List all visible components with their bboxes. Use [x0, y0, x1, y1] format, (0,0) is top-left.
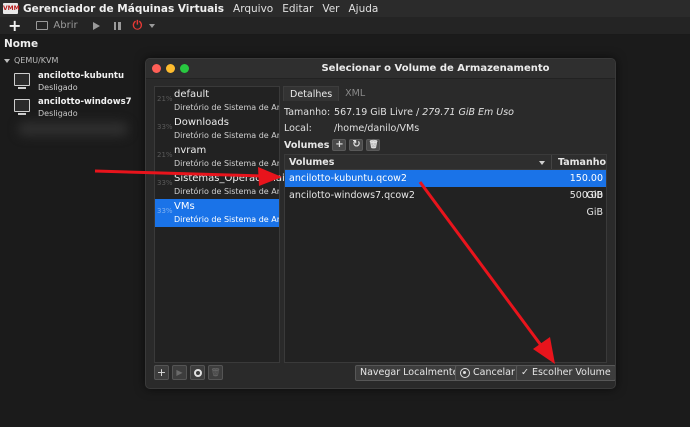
- location-value: /home/danilo/VMs: [334, 123, 420, 134]
- dialog-titlebar: Selecionar o Volume de Armazenamento: [146, 59, 615, 79]
- pool-name: Sistemas_Operacionais: [174, 173, 290, 184]
- storage-pool-list: 21% default Diretório de Sistema de Ar..…: [154, 86, 290, 363]
- column-header-size[interactable]: Tamanho: [552, 155, 606, 169]
- tab-detalhes[interactable]: Detalhes: [283, 86, 340, 101]
- vm-name: ancilotto-kubuntu: [38, 71, 124, 81]
- pool-desc: Diretório de Sistema de Ar...: [174, 131, 279, 140]
- pool-action-buttons: + ▶ 🗑: [154, 365, 226, 380]
- size-label: Tamanho:: [284, 107, 331, 118]
- power-icon[interactable]: ⏻: [133, 18, 143, 33]
- stop-pool-icon[interactable]: [190, 365, 205, 380]
- location-label: Local:: [284, 123, 312, 134]
- pool-usage-pct: 21%: [157, 151, 173, 159]
- chevron-down-icon[interactable]: [149, 23, 156, 28]
- menu-ver[interactable]: Ver: [322, 3, 339, 15]
- play-icon[interactable]: [92, 21, 100, 30]
- vm-state: Desligado: [38, 109, 78, 118]
- expand-triangle-icon[interactable]: [4, 58, 10, 63]
- column-header-volumes-label: Volumes: [289, 157, 335, 168]
- volume-name: ancilotto-kubuntu.qcow2: [289, 173, 407, 184]
- sort-descending-icon: [538, 161, 545, 165]
- storage-volume-dialog: Selecionar o Volume de Armazenamento 21%…: [145, 58, 616, 389]
- connection-group[interactable]: QEMU/KVM: [4, 56, 58, 65]
- table-row[interactable]: ancilotto-windows7.qcow2 500.00 GiB: [285, 187, 606, 218]
- pool-name: Downloads: [174, 117, 229, 128]
- refresh-icon[interactable]: ↻: [349, 139, 364, 151]
- vm-list-item[interactable]: ancilotto-windows7 Desligado: [14, 96, 132, 119]
- start-pool-icon[interactable]: ▶: [172, 365, 187, 380]
- main-toolbar: + Abrir ⏻: [0, 17, 690, 35]
- pool-item-default[interactable]: 21% default Diretório de Sistema de Ar..…: [155, 87, 279, 115]
- pool-desc: Diretório de Sistema de Ar...: [174, 215, 279, 224]
- vm-screen-icon: [14, 99, 30, 115]
- vm-name: ancilotto-windows7: [38, 97, 132, 107]
- app-title: Gerenciador de Máquinas Virtuais: [23, 2, 225, 15]
- cancel-icon: [460, 368, 470, 378]
- dialog-title: Selecionar o Volume de Armazenamento: [321, 63, 550, 74]
- pool-usage-pct: 33%: [157, 123, 173, 131]
- detail-tabs: Detalhes XML: [283, 86, 371, 101]
- delete-pool-icon[interactable]: 🗑: [208, 365, 223, 380]
- pool-item-downloads[interactable]: 33% Downloads Diretório de Sistema de Ar…: [155, 115, 279, 143]
- volumes-label: Volumes: [284, 139, 330, 151]
- new-vm-plus-icon[interactable]: +: [8, 17, 21, 33]
- pool-usage-pct: 33%: [157, 179, 173, 187]
- pool-name: default: [174, 89, 210, 100]
- tab-xml[interactable]: XML: [339, 86, 371, 101]
- volume-size: 500.00 GiB: [569, 190, 603, 218]
- volume-size: 150.00 GiB: [569, 173, 603, 201]
- column-header-volumes[interactable]: Volumes: [285, 155, 552, 169]
- pool-location-info: Local: /home/danilo/VMs: [284, 123, 419, 134]
- volume-name: ancilotto-windows7.qcow2: [289, 190, 415, 201]
- menu-editar[interactable]: Editar: [282, 3, 313, 15]
- pool-desc: Diretório de Sistema de Ar...: [174, 103, 279, 112]
- checkmark-icon: ✓: [521, 367, 529, 378]
- delete-volume-icon[interactable]: 🗑: [366, 139, 381, 151]
- app-logo-icon: VMM: [3, 3, 20, 14]
- column-header-name[interactable]: Nome: [4, 38, 38, 50]
- open-button[interactable]: Abrir: [53, 20, 77, 31]
- vm-screen-icon: [14, 73, 30, 89]
- size-used: 279.71 GiB Em Uso: [422, 107, 514, 118]
- main-menubar: VMM Gerenciador de Máquinas Virtuais Arq…: [0, 0, 690, 17]
- choose-volume-button[interactable]: ✓ Escolher Volume: [516, 365, 615, 381]
- volumes-table-header: Volumes Tamanho: [285, 155, 606, 170]
- connection-label: QEMU/KVM: [14, 56, 59, 65]
- monitor-icon[interactable]: [36, 21, 49, 30]
- menu-arquivo[interactable]: Arquivo: [233, 3, 273, 15]
- browse-local-label: Navegar Localmente: [360, 367, 459, 378]
- pool-item-sistemas[interactable]: 33% Sistemas_Operacionais Diretório de S…: [155, 171, 290, 199]
- pause-icon[interactable]: [113, 21, 121, 30]
- pool-desc: Diretório de Sistema de Ar...: [174, 187, 279, 196]
- pool-name: nvram: [174, 145, 207, 156]
- browse-local-button[interactable]: Navegar Localmente: [355, 365, 464, 381]
- menu-ajuda[interactable]: Ajuda: [348, 3, 378, 15]
- vm-state: Desligado: [38, 83, 78, 92]
- pool-desc: Diretório de Sistema de Ar...: [174, 159, 279, 168]
- add-volume-button[interactable]: +: [332, 139, 347, 151]
- size-free: 567.19 GiB Livre: [334, 107, 413, 118]
- add-pool-button[interactable]: +: [154, 365, 169, 380]
- table-row[interactable]: ancilotto-kubuntu.qcow2 150.00 GiB: [285, 170, 606, 201]
- pool-size-info: Tamanho: 567.19 GiB Livre / 279.71 GiB E…: [284, 107, 514, 118]
- pool-item-nvram[interactable]: 21% nvram Diretório de Sistema de Ar...: [155, 143, 279, 171]
- cancel-label: Cancelar: [473, 367, 515, 378]
- volumes-table: Volumes Tamanho ancilotto-kubuntu.qcow2 …: [284, 154, 607, 363]
- cancel-button[interactable]: Cancelar: [455, 365, 520, 381]
- blurred-region: [18, 122, 128, 136]
- pool-item-vms[interactable]: 33% VMs Diretório de Sistema de Ar...: [155, 199, 279, 227]
- pool-usage-pct: 33%: [157, 207, 173, 215]
- vm-list-item[interactable]: ancilotto-kubuntu Desligado: [14, 70, 124, 93]
- pool-usage-pct: 21%: [157, 95, 173, 103]
- volumes-toolbar: Volumes + ↻ 🗑: [284, 139, 381, 151]
- choose-volume-label: Escolher Volume: [531, 367, 611, 378]
- pool-name: VMs: [174, 201, 195, 212]
